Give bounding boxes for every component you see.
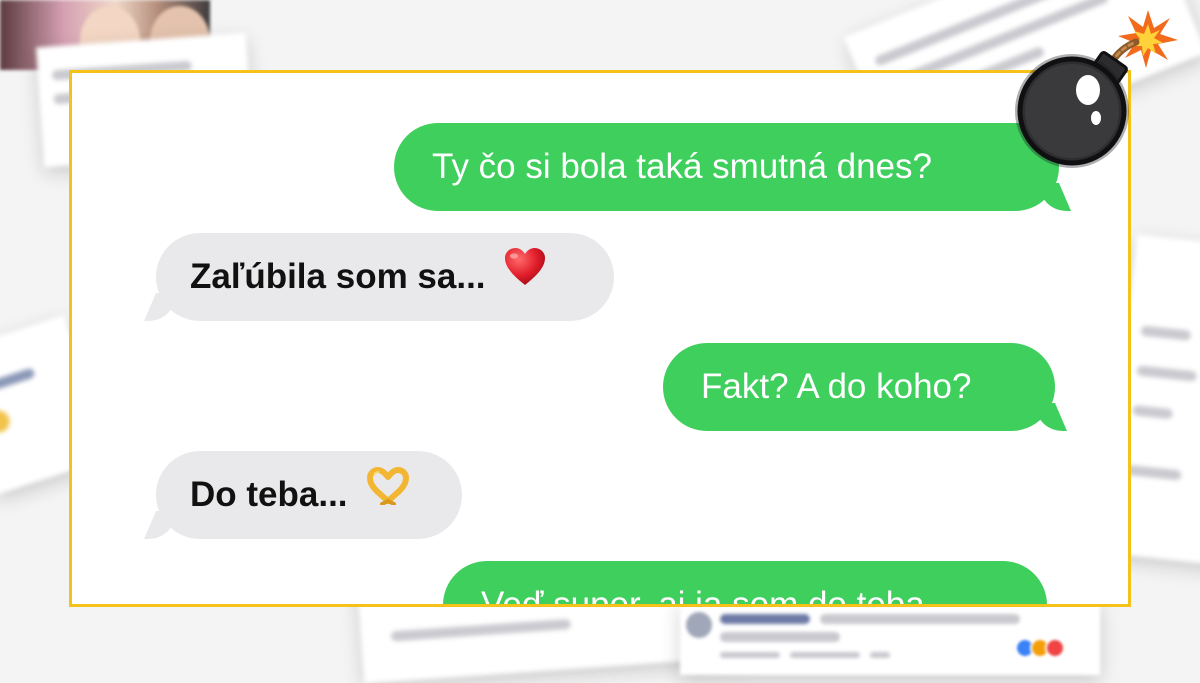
- message-text: Veď super, ai ja som do teba: [481, 585, 925, 607]
- outgoing-message: Veď super, ai ja som do teba: [443, 561, 1047, 607]
- heart-hands-icon: [365, 450, 411, 538]
- message-text: Ty čo si bola taká smutná dnes?: [432, 147, 932, 186]
- incoming-message: Zaľúbila som sa...: [156, 233, 614, 321]
- chat-screenshot-frame: Ty čo si bola taká smutná dnes? Zaľúbila…: [69, 70, 1131, 607]
- bomb-icon: [1008, 6, 1178, 171]
- outgoing-message: Fakt? A do koho?: [663, 343, 1055, 431]
- message-text: Do teba...: [190, 475, 348, 514]
- red-heart-icon: [503, 232, 547, 320]
- outgoing-message: Ty čo si bola taká smutná dnes?: [394, 123, 1059, 211]
- message-text: Fakt? A do koho?: [701, 367, 972, 406]
- incoming-message: Do teba...: [156, 451, 462, 539]
- love-reaction-icon: [1045, 638, 1065, 658]
- background-reactions: [1015, 638, 1065, 658]
- message-text: Zaľúbila som sa...: [190, 257, 486, 296]
- background-avatar: [686, 612, 712, 638]
